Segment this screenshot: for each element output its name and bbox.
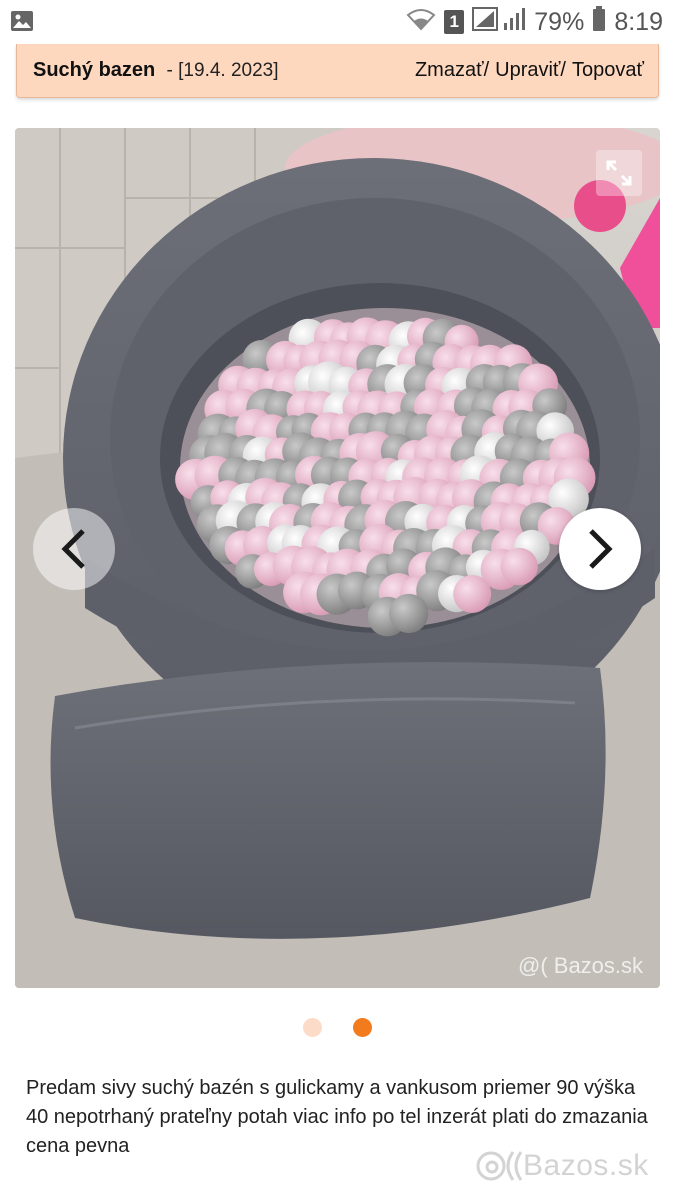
pagination-dot-active[interactable] (353, 1018, 372, 1037)
signal-icon (472, 5, 526, 40)
chevron-right-icon (589, 529, 613, 569)
top-link[interactable]: Topovať (572, 59, 644, 82)
previous-photo-button[interactable] (33, 508, 115, 590)
ball-pit-ball (500, 547, 538, 586)
gallery-icon (10, 10, 34, 32)
ad-header-bar: Suchý bazen - [19.4. 2023] Zmazať/ Uprav… (16, 44, 659, 98)
photo-watermark: @( Bazos.sk (518, 953, 644, 978)
bazos-logo[interactable]: Bazos.sk (475, 1148, 649, 1184)
sim-badge: 1 (444, 10, 465, 34)
chevron-left-icon (61, 529, 85, 569)
ball-pit-ball (453, 575, 492, 613)
ad-title: Suchý bazen (33, 59, 156, 81)
ad-actions: Zmazať/ Upraviť/ Topovať (415, 59, 644, 82)
clock: 8:19 (614, 7, 663, 36)
next-photo-button[interactable] (559, 508, 641, 590)
edit-link[interactable]: Upraviť/ (495, 59, 566, 82)
footer-logo-text: Bazos.sk (523, 1149, 649, 1182)
wifi-icon (406, 7, 436, 38)
ball-pit-ball (389, 593, 429, 634)
expand-icon (606, 160, 632, 186)
battery-icon (592, 5, 606, 39)
ad-date: - [19.4. 2023] (161, 59, 279, 81)
expand-photo-button[interactable] (596, 150, 642, 196)
pagination-dot[interactable] (303, 1018, 322, 1037)
battery-percent: 79% (534, 7, 585, 36)
gallery-pagination (303, 1018, 372, 1037)
delete-link[interactable]: Zmazať/ (415, 59, 489, 82)
status-bar: 1 79% 8:19 (0, 0, 675, 44)
bazos-logo-icon (476, 1151, 523, 1181)
